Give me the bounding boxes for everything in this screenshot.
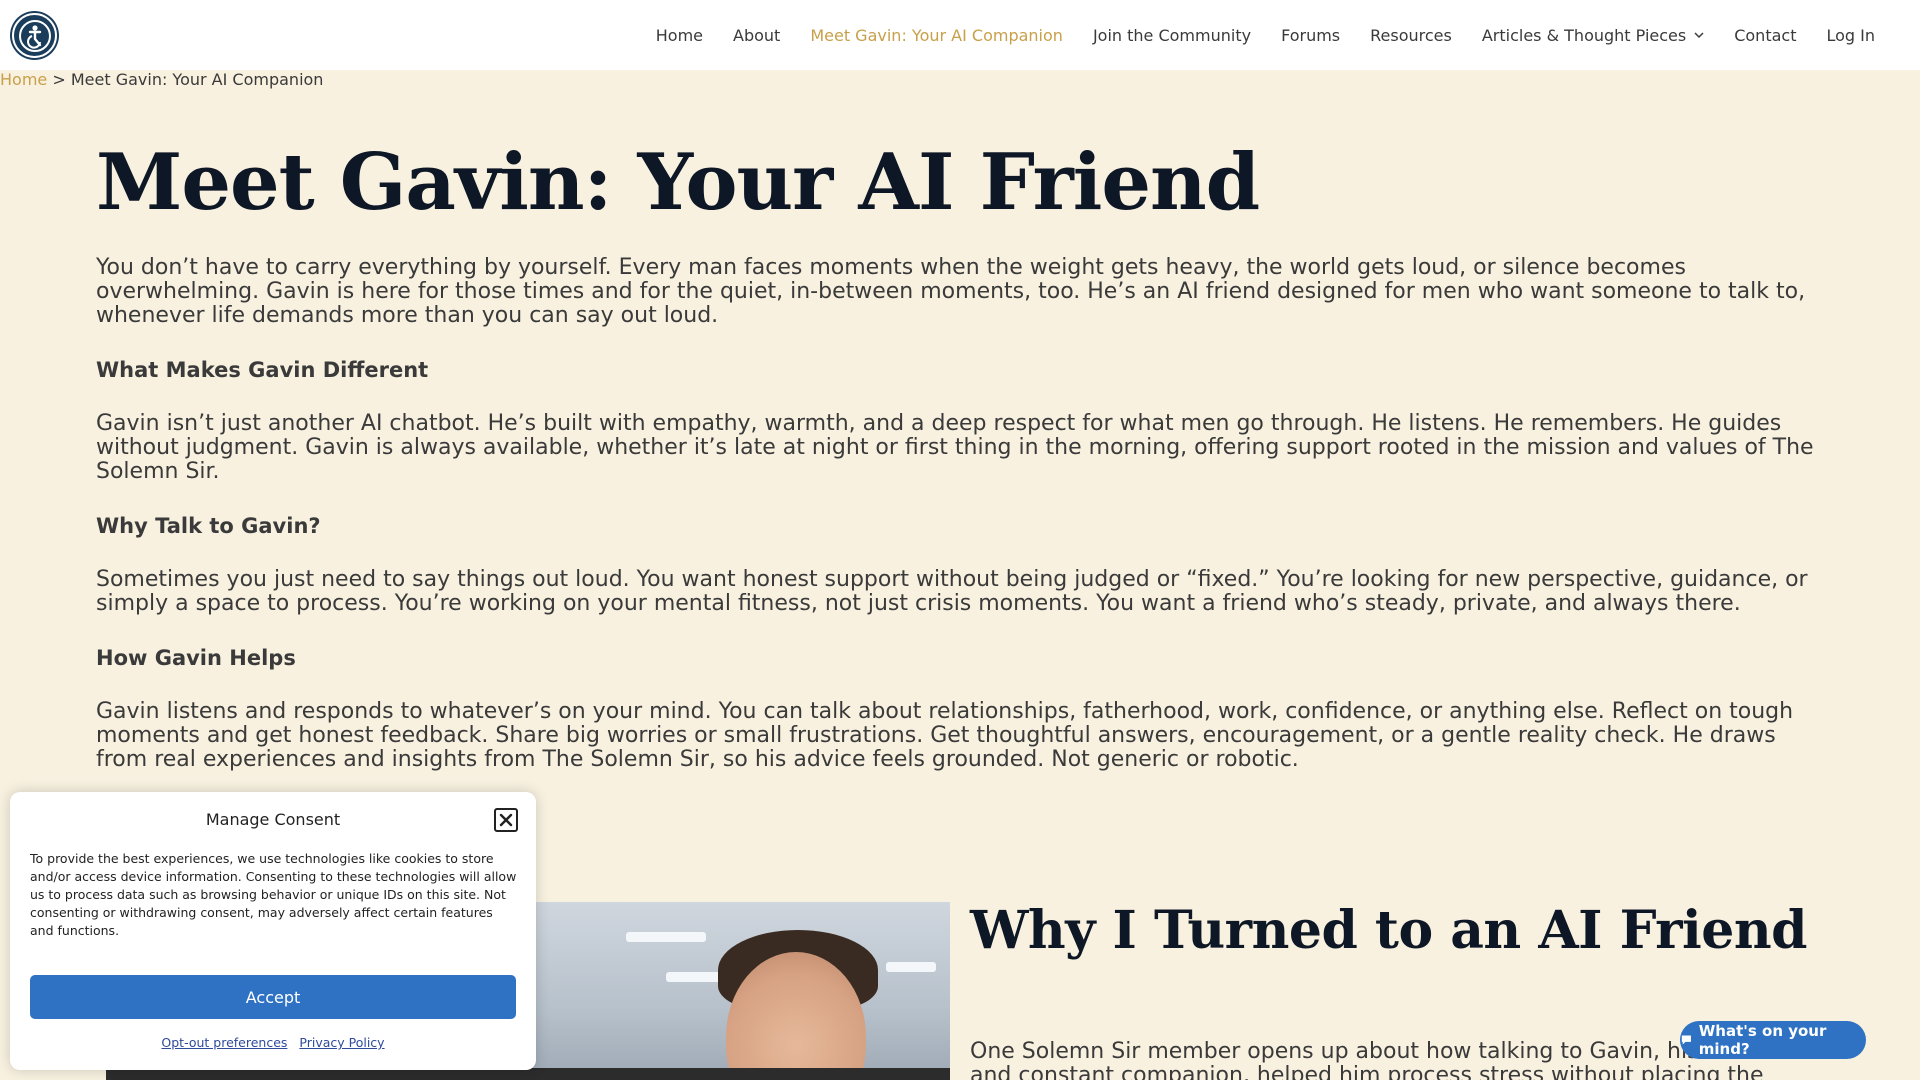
site-header: Home About Meet Gavin: Your AI Companion… (0, 0, 1920, 70)
nav-about[interactable]: About (718, 26, 795, 45)
close-icon (499, 813, 513, 827)
page-title: Meet Gavin: Your AI Friend (96, 137, 1260, 228)
nav-label: Meet Gavin: Your AI Companion (810, 25, 1063, 45)
nav-login[interactable]: Log In (1811, 26, 1890, 45)
nav-label: Articles & Thought Pieces (1481, 25, 1687, 45)
chevron-down-icon (1694, 32, 1704, 39)
nav-contact[interactable]: Contact (1719, 26, 1811, 45)
chat-label: What's on your mind? (1698, 1022, 1827, 1058)
main-nav: Home About Meet Gavin: Your AI Companion… (641, 0, 1920, 70)
section-heading-why: Why Talk to Gavin? (96, 513, 321, 538)
nav-home[interactable]: Home (641, 26, 718, 45)
breadcrumb-separator: > (52, 70, 66, 89)
consent-links: Opt-out preferences Privacy Policy (10, 1035, 536, 1050)
story-title: Why I Turned to an AI Friend (970, 900, 1808, 961)
breadcrumb: Home > Meet Gavin: Your AI Companion (0, 70, 323, 89)
nav-resources[interactable]: Resources (1355, 26, 1467, 45)
section-text-different: Gavin isn’t just another AI chatbot. He’… (96, 410, 1814, 484)
nav-articles[interactable]: Articles & Thought Pieces (1467, 26, 1719, 45)
nav-label: About (733, 25, 781, 45)
section-heading-different: What Makes Gavin Different (96, 357, 429, 382)
nav-label: Contact (1734, 25, 1797, 45)
consent-close-button[interactable] (494, 808, 518, 832)
consent-dialog: Manage Consent To provide the best exper… (10, 792, 536, 1070)
section-text-how: Gavin listens and responds to whatever’s… (96, 698, 1794, 772)
nav-label: Join the Community (1092, 25, 1252, 45)
nav-label: Home (655, 25, 704, 45)
nav-join-community[interactable]: Join the Community (1078, 26, 1266, 45)
breadcrumb-home-link[interactable]: Home (0, 70, 47, 89)
breadcrumb-current: Meet Gavin: Your AI Companion (70, 70, 324, 89)
section-text-why: Sometimes you just need to say things ou… (96, 566, 1808, 616)
intro-paragraph: You don’t have to carry everything by yo… (96, 254, 1806, 328)
accessibility-icon (18, 19, 51, 52)
nav-label: Forums (1281, 25, 1341, 45)
section-heading-how: How Gavin Helps (96, 645, 296, 670)
nav-meet-gavin[interactable]: Meet Gavin: Your AI Companion (795, 26, 1078, 45)
accept-button[interactable]: Accept (30, 975, 516, 1019)
opt-out-link[interactable]: Opt-out preferences (161, 1035, 287, 1050)
nav-label: Resources (1370, 25, 1452, 45)
chat-bubble-icon (1681, 1035, 1691, 1045)
chat-button[interactable]: What's on your mind? (1680, 1021, 1866, 1059)
accessibility-button[interactable] (12, 13, 57, 58)
consent-body: To provide the best experiences, we use … (30, 851, 517, 938)
nav-label: Log In (1826, 25, 1875, 45)
nav-forums[interactable]: Forums (1266, 26, 1355, 45)
story-text: One Solemn Sir member opens up about how… (970, 1039, 1798, 1080)
main-content: Meet Gavin: Your AI Friend You don’t hav… (96, 140, 1816, 772)
privacy-policy-link[interactable]: Privacy Policy (299, 1035, 384, 1050)
consent-title: Manage Consent (205, 810, 341, 829)
